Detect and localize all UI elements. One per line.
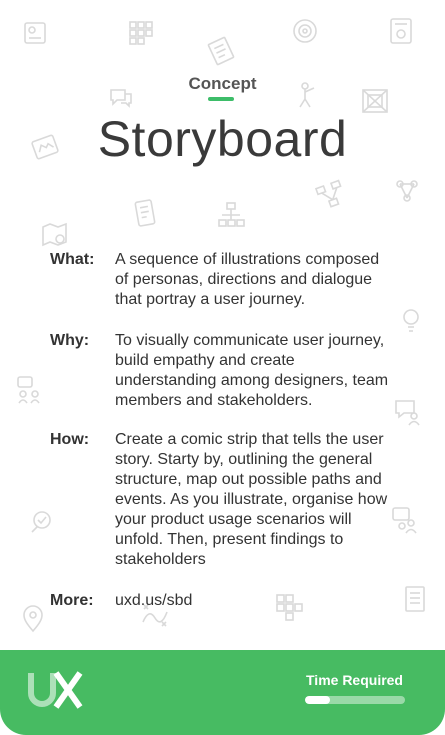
card-title: Storyboard [97, 111, 348, 167]
grid-icon [126, 18, 156, 48]
checklist-icon [400, 584, 430, 614]
map-icon [40, 220, 70, 250]
flowchart-icon [312, 176, 350, 214]
category-underline [208, 97, 234, 101]
feedback-icon [14, 374, 44, 404]
hierarchy-icon [216, 200, 246, 230]
browser-icon [386, 16, 416, 46]
time-required-label: Time Required [306, 672, 403, 688]
persona-card-icon [20, 18, 50, 48]
method-card: Concept Storyboard What: A sequence of i… [0, 0, 445, 735]
tablet-icon [128, 196, 163, 231]
time-required-fill [305, 696, 330, 704]
why-label: Why: [50, 332, 90, 349]
card-footer: Time Required [0, 650, 445, 735]
bulb-icon [396, 306, 426, 336]
time-required-bar [305, 696, 405, 704]
category-label: Concept [188, 74, 257, 93]
what-text: A sequence of illustrations composed of … [115, 251, 380, 308]
why-text: To visually communicate user journey, bu… [115, 332, 389, 409]
location-icon [18, 604, 48, 634]
more-label: More: [50, 592, 94, 609]
target-icon [290, 16, 320, 46]
more-link[interactable]: uxd.us/sbd [115, 591, 395, 611]
chat-person-icon [392, 396, 422, 426]
lightbulb-icon [26, 508, 56, 538]
how-label: How: [50, 431, 90, 448]
what-label: What: [50, 251, 95, 268]
network-icon [392, 176, 422, 206]
document-icon [201, 31, 241, 71]
ux-logo [28, 671, 83, 709]
how-text: Create a comic strip that tells the user… [115, 431, 388, 568]
